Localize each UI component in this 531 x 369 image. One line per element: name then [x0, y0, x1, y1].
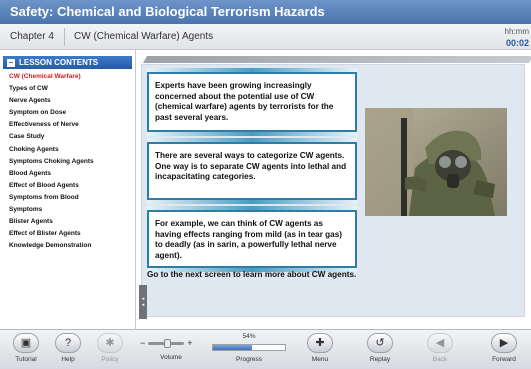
forward-label: Forward — [492, 356, 516, 363]
progress-bar — [212, 344, 286, 351]
lesson-contents-title: LESSON CONTENTS — [19, 58, 99, 67]
lesson-contents-header[interactable]: – LESSON CONTENTS — [3, 56, 132, 69]
replay-button[interactable]: ↺ Replay — [360, 333, 400, 363]
policy-label: Policy — [101, 356, 119, 363]
panel-handle[interactable]: ◂◂ — [139, 285, 147, 319]
volume-slider[interactable] — [148, 338, 185, 348]
tutorial-label: Tutorial — [15, 356, 37, 363]
menu-label: Menu — [311, 356, 329, 363]
soldier-gas-mask-image — [365, 108, 507, 216]
volume-label: Volume — [160, 354, 182, 361]
lesson-item[interactable]: Symptoms — [9, 204, 135, 216]
volume-up-icon[interactable]: + — [187, 338, 192, 348]
progress-label: Progress — [235, 356, 262, 363]
timer-label: hh:mm — [504, 27, 529, 36]
callout-1: Experts have been growing increasingly c… — [147, 68, 357, 136]
replay-label: Replay — [369, 356, 391, 363]
lesson-item[interactable]: Symptoms Choking Agents — [9, 156, 135, 168]
lesson-item[interactable]: Symptoms from Blood — [9, 192, 135, 204]
menu-button[interactable]: ✚ Menu — [300, 333, 340, 363]
lesson-item[interactable]: Symptom on Dose — [9, 107, 135, 119]
lesson-item[interactable]: Blister Agents — [9, 216, 135, 228]
policy-icon: ✱ — [97, 333, 123, 353]
bottom-toolbar: ▣ Tutorial ? Help ✱ Policy − + Volume 54… — [0, 329, 531, 369]
lesson-item[interactable]: Knowledge Demonstration — [9, 240, 135, 252]
chapter-divider — [64, 28, 65, 46]
replay-icon: ↺ — [367, 333, 393, 353]
help-button[interactable]: ? Help — [48, 333, 88, 363]
progress-percent: 54% — [242, 333, 256, 340]
progress-indicator: 54% Progress — [212, 333, 286, 363]
lesson-item[interactable]: Blood Agents — [9, 168, 135, 180]
course-title: Safety: Chemical and Biological Terroris… — [0, 0, 531, 24]
lesson-item[interactable]: Types of CW — [9, 83, 135, 95]
lesson-item[interactable]: CW (Chemical Warfare) — [9, 71, 135, 83]
lesson-item[interactable]: Effect of Blister Agents — [9, 228, 135, 240]
lesson-item[interactable]: Nerve Agents — [9, 95, 135, 107]
timer-value: 00:02 — [505, 38, 529, 48]
lesson-item[interactable]: Case Study — [9, 131, 135, 143]
callout-2: There are several ways to categorize CW … — [147, 138, 357, 204]
lesson-list: CW (Chemical Warfare) Types of CW Nerve Ag… — [0, 71, 135, 252]
chapter-number: Chapter 4 — [10, 31, 54, 42]
chapter-bar: Chapter 4 CW (Chemical Warfare) Agents h… — [0, 24, 531, 50]
menu-icon: ✚ — [307, 333, 333, 353]
tutorial-button[interactable]: ▣ Tutorial — [6, 333, 46, 363]
lesson-item[interactable]: Effectiveness of Nerve — [9, 119, 135, 131]
help-label: Help — [61, 356, 75, 363]
progress-fill — [213, 345, 252, 350]
lesson-content: Experts have been growing increasingly c… — [137, 50, 531, 329]
volume-down-icon[interactable]: − — [140, 338, 145, 348]
decorative-stripe — [142, 56, 531, 63]
back-button[interactable]: ◀ Back — [420, 333, 460, 363]
next-screen-prompt: Go to the next screen to learn more abou… — [147, 270, 357, 279]
collapse-icon[interactable]: – — [7, 58, 15, 67]
back-label: Back — [432, 356, 448, 363]
volume-knob[interactable] — [164, 338, 172, 348]
lesson-sidebar: – LESSON CONTENTS CW (Chemical Warfare) T… — [0, 50, 136, 329]
lesson-item[interactable]: Effect of Blood Agents — [9, 180, 135, 192]
policy-button[interactable]: ✱ Policy — [90, 333, 130, 363]
forward-button[interactable]: ▶ Forward — [484, 333, 524, 363]
help-icon: ? — [55, 333, 81, 353]
callout-3: For example, we can think of CW agents a… — [147, 206, 357, 272]
tutorial-icon: ▣ — [13, 333, 39, 353]
chapter-title: CW (Chemical Warfare) Agents — [74, 31, 214, 42]
lesson-item[interactable]: Choking Agents — [9, 144, 135, 156]
back-icon: ◀ — [427, 333, 453, 353]
volume-control[interactable]: − + Volume — [140, 338, 202, 361]
forward-icon: ▶ — [491, 333, 517, 353]
